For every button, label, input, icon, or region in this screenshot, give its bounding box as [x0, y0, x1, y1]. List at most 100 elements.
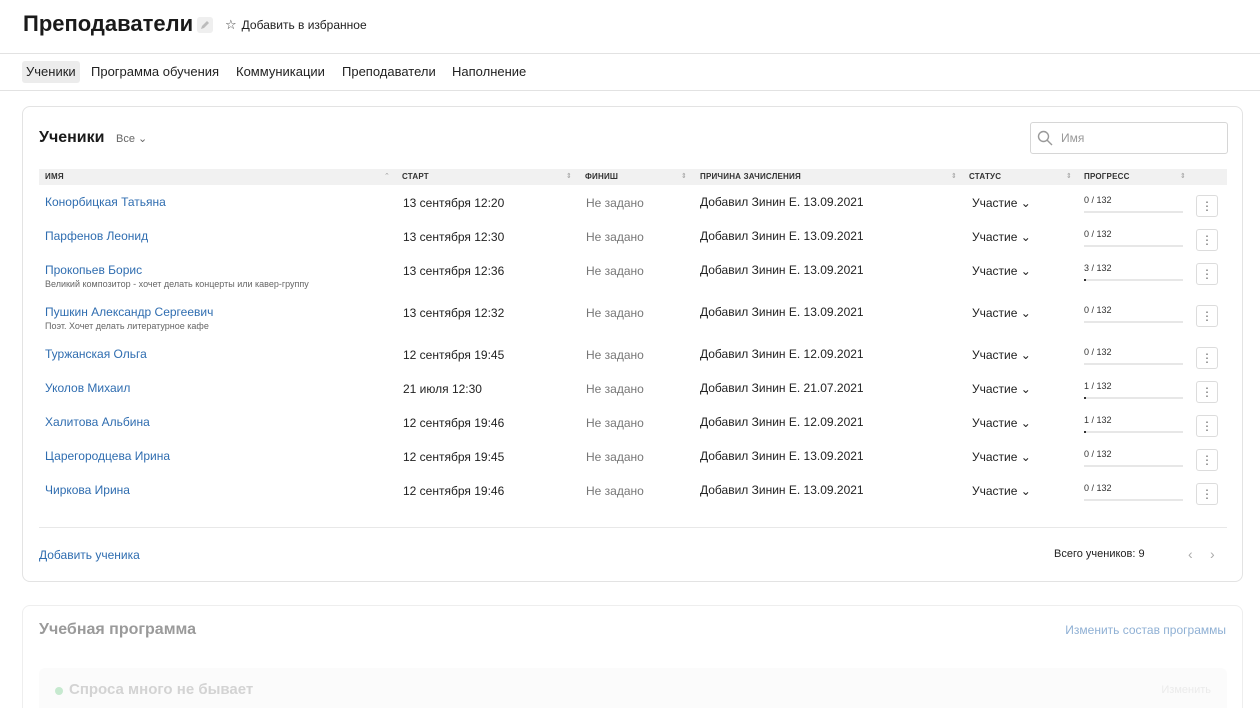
start-date: 12 сентября 19:46	[403, 484, 505, 498]
column-finish[interactable]: ФИНИШ	[585, 169, 618, 185]
sort-icon[interactable]: ⇕	[681, 169, 687, 185]
student-name-link[interactable]: Туржанская Ольга	[45, 347, 147, 361]
status-value: Участие	[972, 348, 1018, 362]
finish-date: Не задано	[586, 196, 644, 210]
finish-date: Не задано	[586, 450, 644, 464]
progress-bar	[1084, 211, 1183, 213]
progress-bar	[1084, 499, 1183, 501]
column-reason[interactable]: ПРИЧИНА ЗАЧИСЛЕНИЯ	[700, 169, 801, 185]
table-row: Халитова Альбина 12 сентября 19:46 Не зада…	[39, 413, 1227, 445]
tab-students[interactable]: Ученики	[22, 61, 80, 83]
sort-icon[interactable]: ⇕	[951, 169, 957, 185]
progress-bar	[1084, 321, 1183, 323]
column-status[interactable]: СТАТУС	[969, 169, 1001, 185]
row-actions-button[interactable]: ⋮	[1196, 305, 1218, 327]
program-module[interactable]: Спроса много не бывает Изменить	[39, 668, 1227, 708]
finish-date: Не задано	[586, 382, 644, 396]
search-icon	[1037, 130, 1053, 146]
row-actions-button[interactable]: ⋮	[1196, 415, 1218, 437]
sort-icon[interactable]: ⇕	[1066, 169, 1072, 185]
student-name-link[interactable]: Уколов Михаил	[45, 381, 130, 395]
change-program-link[interactable]: Изменить состав программы	[1065, 623, 1226, 637]
module-edit-link[interactable]: Изменить	[1161, 684, 1211, 696]
sort-icon[interactable]: ⇕	[1180, 169, 1186, 185]
status-value: Участие	[972, 450, 1018, 464]
student-name-link[interactable]: Чиркова Ирина	[45, 483, 130, 497]
search-box[interactable]	[1030, 122, 1228, 154]
row-actions-button[interactable]: ⋮	[1196, 195, 1218, 217]
progress-fill	[1084, 279, 1086, 281]
finish-date: Не задано	[586, 484, 644, 498]
enrollment-reason: Добавил Зинин Е. 21.07.2021	[700, 381, 864, 395]
edit-title-icon[interactable]	[197, 17, 213, 33]
tab-program[interactable]: Программа обучения	[87, 61, 223, 83]
column-progress[interactable]: ПРОГРЕСС	[1084, 169, 1130, 185]
add-to-favorites-button[interactable]: ☆ Добавить в избранное	[225, 17, 367, 33]
enrollment-reason: Добавил Зинин Е. 13.09.2021	[700, 449, 864, 463]
search-input[interactable]	[1061, 131, 1221, 145]
progress-text: 0 / 132	[1084, 229, 1112, 239]
student-name-link[interactable]: Прокопьев Борис	[45, 263, 142, 277]
more-vertical-icon: ⋮	[1201, 267, 1213, 281]
status-select[interactable]: Участие ⌄	[972, 348, 1031, 362]
row-actions-button[interactable]: ⋮	[1196, 263, 1218, 285]
sort-asc-icon[interactable]: ⌃	[384, 169, 390, 185]
row-actions-button[interactable]: ⋮	[1196, 483, 1218, 505]
row-actions-button[interactable]: ⋮	[1196, 449, 1218, 471]
enrollment-reason: Добавил Зинин Е. 12.09.2021	[700, 347, 864, 361]
add-student-link[interactable]: Добавить ученика	[39, 548, 140, 562]
start-date: 13 сентября 12:36	[403, 264, 505, 278]
start-date: 21 июля 12:30	[403, 382, 482, 396]
page-title: Преподаватели	[23, 11, 194, 36]
status-select[interactable]: Участие ⌄	[972, 382, 1031, 396]
row-actions-button[interactable]: ⋮	[1196, 229, 1218, 251]
status-value: Участие	[972, 264, 1018, 278]
column-start[interactable]: СТАРТ	[402, 169, 429, 185]
row-actions-button[interactable]: ⋮	[1196, 381, 1218, 403]
status-select[interactable]: Участие ⌄	[972, 230, 1031, 244]
status-select[interactable]: Участие ⌄	[972, 306, 1031, 320]
table-row: Конорбицкая Татьяна 13 сентября 12:20 Не з…	[39, 193, 1227, 225]
chevron-down-icon: ⌄	[1017, 450, 1031, 464]
table-row: Царегородцева Ирина 12 сентября 19:45 Не з…	[39, 447, 1227, 479]
next-page-icon[interactable]: ›	[1210, 546, 1215, 562]
student-name-link[interactable]: Царегородцева Ирина	[45, 449, 170, 463]
chevron-down-icon: ⌄	[1017, 230, 1031, 244]
chevron-down-icon: ⌄	[1017, 348, 1031, 362]
tab-content[interactable]: Наполнение	[448, 61, 530, 83]
table-row: Чиркова Ирина 12 сентября 19:46 Не задано Д…	[39, 481, 1227, 513]
progress-text: 0 / 132	[1084, 449, 1112, 459]
table-row: Прокопьев Борис Великий композитор - хоче…	[39, 261, 1227, 293]
chevron-down-icon: ⌄	[138, 133, 148, 145]
tab-teachers[interactable]: Преподаватели	[338, 61, 440, 83]
status-value: Участие	[972, 196, 1018, 210]
column-name[interactable]: ИМЯ	[45, 169, 64, 185]
sort-icon[interactable]: ⇕	[566, 169, 572, 185]
student-name-link[interactable]: Конорбицкая Татьяна	[45, 195, 166, 209]
table-header: ИМЯ ⌃ СТАРТ ⇕ ФИНИШ ⇕ ПРИЧИНА ЗАЧИСЛЕНИЯ…	[39, 169, 1227, 185]
progress-fill	[1084, 397, 1086, 399]
enrollment-reason: Добавил Зинин Е. 13.09.2021	[700, 305, 864, 319]
prev-page-icon[interactable]: ‹	[1188, 546, 1193, 562]
status-select[interactable]: Участие ⌄	[972, 450, 1031, 464]
student-name-link[interactable]: Халитова Альбина	[45, 415, 150, 429]
progress-bar	[1084, 431, 1183, 433]
status-value: Участие	[972, 230, 1018, 244]
more-vertical-icon: ⋮	[1201, 199, 1213, 213]
students-filter[interactable]: Все ⌄	[116, 132, 147, 145]
progress-text: 3 / 132	[1084, 263, 1112, 273]
status-select[interactable]: Участие ⌄	[972, 196, 1031, 210]
progress-bar	[1084, 279, 1183, 281]
status-select[interactable]: Участие ⌄	[972, 264, 1031, 278]
row-actions-button[interactable]: ⋮	[1196, 347, 1218, 369]
program-card: Учебная программа Изменить состав програ…	[22, 605, 1243, 708]
student-name-link[interactable]: Парфенов Леонид	[45, 229, 148, 243]
progress-text: 0 / 132	[1084, 347, 1112, 357]
more-vertical-icon: ⋮	[1201, 453, 1213, 467]
tab-communications[interactable]: Коммуникации	[232, 61, 329, 83]
student-name-link[interactable]: Пушкин Александр Сергеевич	[45, 305, 213, 319]
status-select[interactable]: Участие ⌄	[972, 484, 1031, 498]
status-select[interactable]: Участие ⌄	[972, 416, 1031, 430]
add-to-favorites-label: Добавить в избранное	[241, 18, 367, 32]
total-students: Всего учеников: 9	[1054, 548, 1145, 560]
